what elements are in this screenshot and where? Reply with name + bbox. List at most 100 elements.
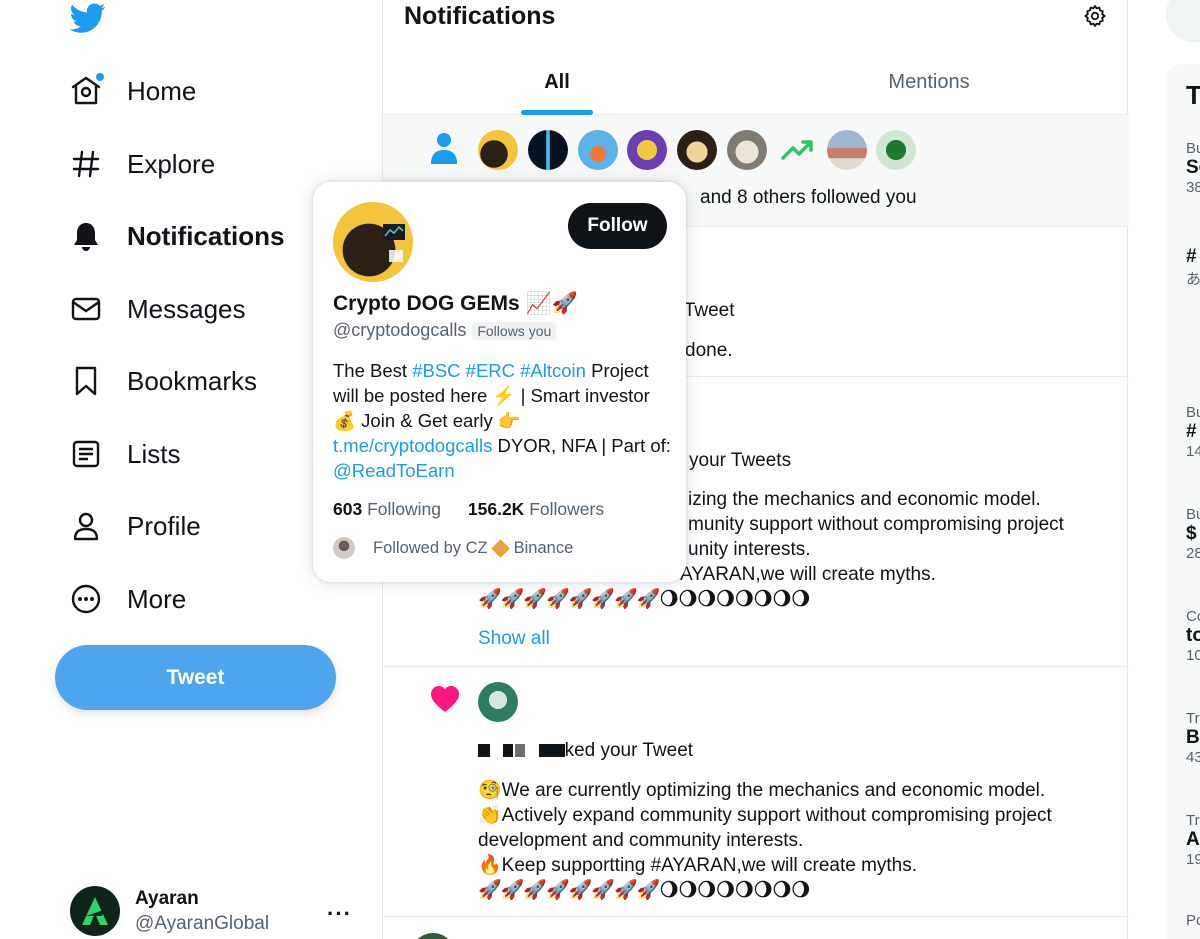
- show-all-link[interactable]: Show all: [478, 626, 550, 651]
- redacted-name: [515, 744, 526, 758]
- avatar[interactable]: [527, 130, 568, 170]
- trend-count: 19: [1186, 851, 1200, 868]
- avatar[interactable]: [876, 130, 917, 170]
- followers-label: Followers: [529, 499, 605, 519]
- person-icon: [431, 133, 457, 164]
- tweet-line: munity support without compromising proj…: [688, 514, 1064, 535]
- nav-label: Notifications: [127, 220, 285, 251]
- nav-home[interactable]: Home: [68, 66, 196, 116]
- hashtag-icon: [68, 146, 104, 182]
- redacted-name: [478, 744, 490, 758]
- trend-title: to: [1186, 625, 1200, 646]
- trend-item[interactable]: Bu $ 28: [1186, 506, 1200, 562]
- bio-mention[interactable]: @ReadToEarn: [333, 460, 455, 481]
- trend-item[interactable]: # あ: [1186, 246, 1200, 289]
- twitter-logo-icon[interactable]: [68, 0, 108, 36]
- trend-item[interactable]: Po: [1186, 912, 1200, 929]
- trend-category: Bu: [1186, 140, 1200, 157]
- avatar[interactable]: [826, 130, 867, 170]
- trend-title: #: [1186, 246, 1197, 267]
- avatar: [70, 886, 120, 936]
- trend-item[interactable]: Tr A 19: [1186, 812, 1200, 868]
- tab-label: Mentions: [888, 71, 970, 93]
- avatar[interactable]: [726, 130, 767, 170]
- nav-label: Profile: [127, 510, 201, 541]
- tweet-line: izing the mechanics and economic model.: [688, 489, 1041, 510]
- trend-item[interactable]: Tr B 43: [1186, 710, 1200, 766]
- nav-label: Explore: [127, 148, 216, 179]
- nav-label: Messages: [127, 293, 246, 324]
- follow-text: and 8 others followed you: [700, 187, 917, 208]
- avatar[interactable]: [333, 202, 413, 282]
- tweet-emoji-line: 🚀🚀🚀🚀🚀🚀🚀🚀🌖🌖🌖🌖🌖🌖🌖🌖: [478, 880, 811, 901]
- avatar[interactable]: [411, 933, 455, 939]
- trend-category: Tr: [1186, 812, 1200, 829]
- tweet-snippet: done.: [685, 340, 733, 361]
- trend-item[interactable]: Co to 10: [1186, 608, 1200, 664]
- account-name: Ayaran: [135, 888, 199, 909]
- trend-title: A: [1186, 829, 1200, 850]
- home-icon: [68, 73, 104, 109]
- tweet-line: 🔥Keep supportting #AYARAN,we will create…: [478, 855, 918, 876]
- bio-hashtags[interactable]: #BSC #ERC #Altcoin: [412, 360, 586, 381]
- trends-title: T: [1186, 80, 1200, 110]
- nav-messages[interactable]: Messages: [68, 284, 246, 334]
- trend-count: 10: [1186, 647, 1200, 664]
- trend-item[interactable]: Bu # 14: [1186, 404, 1200, 460]
- trend-count: 14: [1186, 443, 1200, 460]
- follow-stats: 603 Following 156.2K Followers: [333, 499, 604, 520]
- tweet-line: 🧐We are currently optimizing the mechani…: [478, 780, 1046, 801]
- display-name[interactable]: Crypto DOG GEMs 📈🚀: [333, 292, 578, 316]
- user-handle[interactable]: @cryptodogcalls: [333, 320, 466, 341]
- heart-icon: [431, 686, 459, 712]
- bio-link[interactable]: t.me/cryptodogcalls: [333, 435, 492, 456]
- avatar[interactable]: [478, 130, 518, 170]
- settings-gear-icon[interactable]: [1083, 4, 1107, 28]
- ayaran-logo-icon: [82, 897, 108, 925]
- bio-text: DYOR, NFA | Part of:: [492, 435, 671, 456]
- trend-count: 38: [1186, 179, 1200, 196]
- nav-more[interactable]: More: [68, 574, 186, 624]
- tweet-emoji-line: 🚀🚀🚀🚀🚀🚀🚀🚀🌖🌖🌖🌖🌖🌖🌖🌖: [478, 589, 811, 610]
- binance-diamond-icon: [490, 538, 510, 558]
- right-sidebar: T Bu So 38 # あ Bu # 14 Bu $ 28 Co to 10 …: [1128, 0, 1200, 939]
- tweet-line: unity interests.: [688, 539, 811, 560]
- trend-title: So: [1186, 157, 1200, 178]
- nav-explore[interactable]: Explore: [68, 139, 215, 189]
- more-circle-icon: [68, 581, 104, 617]
- tab-all[interactable]: All: [383, 50, 731, 115]
- tab-mentions[interactable]: Mentions: [781, 50, 1077, 115]
- tweet-line: 👏Actively expand community support witho…: [478, 805, 1052, 826]
- tweet-button[interactable]: Tweet: [55, 645, 336, 710]
- following-link[interactable]: 603 Following: [333, 499, 463, 519]
- action-text: ked your Tweet: [564, 740, 694, 761]
- nav-profile[interactable]: Profile: [68, 501, 201, 551]
- avatar[interactable]: [776, 130, 817, 170]
- avatar[interactable]: [627, 130, 668, 170]
- list-icon: [68, 436, 104, 472]
- nav-lists[interactable]: Lists: [68, 429, 180, 479]
- follow-button[interactable]: Follow: [568, 203, 667, 249]
- avatar[interactable]: [478, 682, 518, 722]
- followed-by-text: Followed by CZ: [373, 538, 488, 557]
- profile-hover-card[interactable]: Follow Crypto DOG GEMs 📈🚀 @cryptodogcall…: [313, 182, 686, 582]
- nav-bookmarks[interactable]: Bookmarks: [68, 356, 257, 406]
- profile-bio: The Best #BSC #ERC #Altcoin Project will…: [333, 358, 673, 483]
- followed-by[interactable]: Followed by CZ Binance: [333, 537, 573, 559]
- search-input[interactable]: [1166, 0, 1200, 42]
- nav-label: Lists: [127, 438, 181, 469]
- notification-item[interactable]: [383, 917, 1129, 939]
- followers-link[interactable]: 156.2K Followers: [468, 499, 604, 519]
- following-label: Following: [367, 499, 442, 519]
- more-dots-icon[interactable]: ···: [327, 901, 352, 927]
- follows-you-badge: Follows you: [472, 321, 557, 340]
- trend-count: 28: [1186, 545, 1200, 562]
- trend-item[interactable]: Bu So 38: [1186, 140, 1200, 196]
- trend-arrow-icon: [781, 140, 813, 160]
- unread-dot: [96, 73, 104, 81]
- account-switcher[interactable]: Ayaran @AyaranGlobal ···: [70, 883, 360, 939]
- avatar[interactable]: [677, 130, 718, 170]
- nav-notifications[interactable]: Notifications: [68, 211, 284, 261]
- like-notification[interactable]: ked your Tweet 🧐We are currently optimiz…: [383, 667, 1129, 917]
- avatar[interactable]: [577, 130, 618, 170]
